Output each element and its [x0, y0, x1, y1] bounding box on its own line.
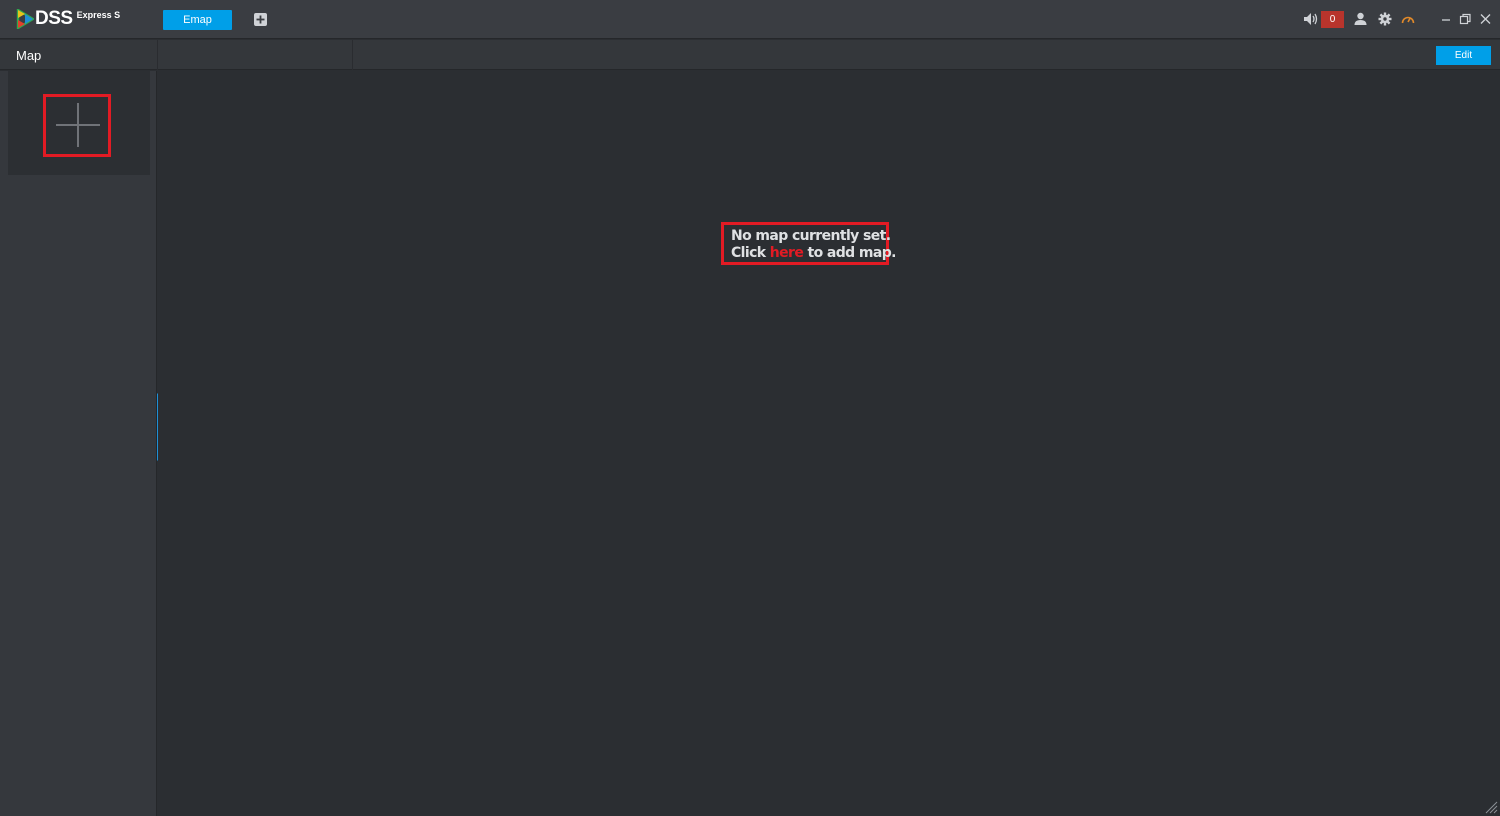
sub-header: Map	[0, 40, 1500, 70]
add-tab-icon[interactable]	[254, 13, 267, 26]
page-title: Map	[16, 48, 42, 63]
empty-message-line2: Click here to add map.	[731, 245, 896, 262]
app-logo: DSS Express S	[16, 7, 121, 31]
empty-map-message: No map currently set. Click here to add …	[721, 222, 896, 265]
logo-subtext: Express S	[76, 10, 121, 20]
add-map-link[interactable]: here	[770, 245, 804, 261]
resize-grip-icon[interactable]	[1484, 800, 1498, 814]
empty-message-line1: No map currently set.	[731, 228, 891, 244]
tab-emap[interactable]: Emap	[163, 10, 232, 30]
map-list-sidebar	[0, 71, 157, 816]
maximize-icon[interactable]	[1459, 12, 1472, 26]
title-bar: DSS Express S Emap 0	[0, 0, 1500, 39]
divider	[157, 40, 158, 70]
app-window: DSS Express S Emap 0 Map Edit No map cur…	[0, 0, 1500, 816]
gear-icon[interactable]	[1378, 12, 1392, 26]
minimize-icon[interactable]	[1440, 12, 1452, 26]
logo-icon	[16, 7, 36, 31]
speaker-icon[interactable]	[1303, 12, 1319, 26]
close-icon[interactable]	[1479, 12, 1492, 26]
map-canvas	[158, 71, 1500, 816]
alarm-count-badge[interactable]: 0	[1321, 11, 1344, 28]
edit-button[interactable]: Edit	[1436, 46, 1491, 65]
plus-icon[interactable]	[43, 94, 111, 157]
empty-message-click: Click	[731, 245, 770, 261]
empty-message-tail: to add map.	[803, 245, 897, 261]
add-map-tile[interactable]	[8, 71, 150, 175]
divider	[352, 40, 353, 70]
user-icon[interactable]	[1354, 12, 1367, 26]
logo-text: DSS	[35, 8, 73, 29]
performance-icon[interactable]	[1401, 12, 1415, 26]
